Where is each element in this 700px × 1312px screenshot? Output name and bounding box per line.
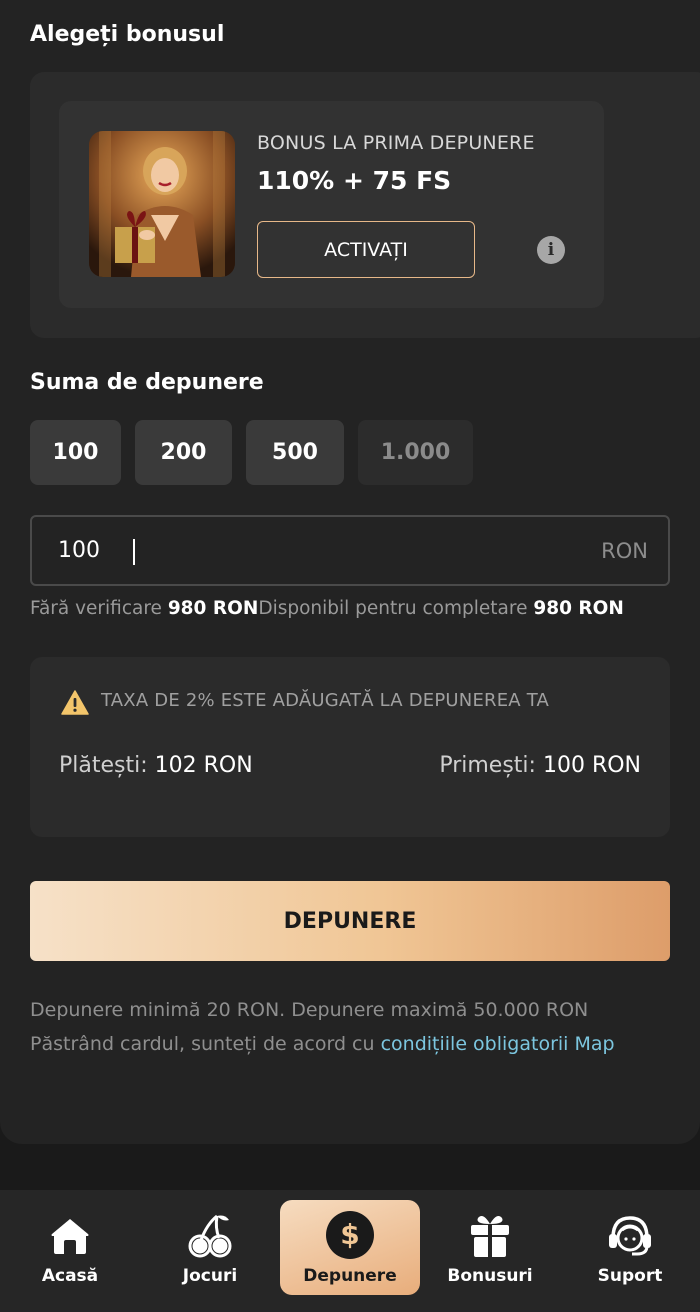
- amount-chip-1000[interactable]: 1.000: [358, 420, 473, 485]
- deposit-limits: Fără verificare 980 RONDisponibil pentru…: [30, 598, 690, 619]
- pay-label: Plătești:: [59, 753, 148, 778]
- amount-input[interactable]: [58, 517, 538, 584]
- amount-input-field[interactable]: RON: [30, 515, 670, 586]
- nav-item-deposit[interactable]: $ Depunere: [280, 1200, 420, 1295]
- nav-item-games[interactable]: Jocuri: [160, 1200, 260, 1295]
- pay-amount: Plătești: 102 RON: [59, 753, 253, 778]
- amount-chip-200[interactable]: 200: [135, 420, 232, 485]
- fee-warning-text: TAXA DE 2% ESTE ADĂUGATĂ LA DEPUNEREA TA: [101, 690, 550, 711]
- terms-prefix: Păstrând cardul, sunteți de acord cu: [30, 1033, 381, 1055]
- terms-link[interactable]: condițiile obligatorii Map: [381, 1033, 615, 1055]
- bonus-section-title: Alegeți bonusul: [30, 22, 225, 47]
- nav-label-deposit: Depunere: [303, 1266, 397, 1286]
- currency-label: RON: [601, 539, 648, 563]
- terms-note: Păstrând cardul, sunteți de acord cu con…: [30, 1027, 615, 1061]
- warning-icon: [61, 690, 89, 715]
- nav-label-games: Jocuri: [182, 1266, 238, 1286]
- no-verification-value: 980 RON: [167, 598, 259, 619]
- bonus-amount: 110% + 75 FS: [257, 166, 452, 195]
- svg-text:$: $: [340, 1218, 359, 1251]
- cherries-icon: [188, 1214, 232, 1258]
- bonus-kicker: BONUS LA PRIMA DEPUNERE: [257, 132, 535, 154]
- info-icon[interactable]: i: [537, 236, 565, 264]
- nav-label-home: Acasă: [41, 1266, 99, 1286]
- gift-icon: [471, 1216, 509, 1257]
- nav-label-support: Suport: [597, 1266, 663, 1286]
- pay-value: 102 RON: [154, 753, 253, 778]
- nav-item-bonuses[interactable]: Bonusuri: [440, 1200, 540, 1295]
- amount-chip-100[interactable]: 100: [30, 420, 121, 485]
- receive-label: Primești:: [439, 753, 536, 778]
- fee-info-box: TAXA DE 2% ESTE ADĂUGATĂ LA DEPUNEREA TA…: [30, 657, 670, 837]
- nav-item-home[interactable]: Acasă: [20, 1200, 120, 1295]
- home-icon: [51, 1219, 89, 1254]
- available-label: Disponibil pentru completare: [258, 598, 528, 619]
- receive-value: 100 RON: [542, 753, 641, 778]
- dollar-coin-icon: $: [326, 1211, 374, 1259]
- deposit-button[interactable]: DEPUNERE: [30, 881, 670, 961]
- deposit-limits-note: Depunere minimă 20 RON. Depunere maximă …: [30, 999, 589, 1021]
- deposit-notes: Depunere minimă 20 RON. Depunere maximă …: [30, 993, 615, 1061]
- nav-label-bonuses: Bonusuri: [447, 1266, 533, 1286]
- text-caret: [133, 539, 135, 565]
- deposit-amount-title: Suma de depunere: [30, 370, 264, 395]
- headset-support-icon: [609, 1216, 651, 1256]
- available-value: 980 RON: [533, 598, 624, 619]
- amount-chip-500[interactable]: 500: [246, 420, 344, 485]
- bonus-image: [89, 131, 235, 277]
- receive-amount: Primești: 100 RON: [439, 753, 641, 778]
- nav-item-support[interactable]: Suport: [580, 1200, 680, 1295]
- activate-bonus-button[interactable]: ACTIVAȚI: [257, 221, 475, 278]
- no-verification-label: Fără verificare: [30, 598, 162, 619]
- deposit-screen: Alegeți bonusul BONUS LA PRIMA DEPUNERE …: [0, 0, 700, 1312]
